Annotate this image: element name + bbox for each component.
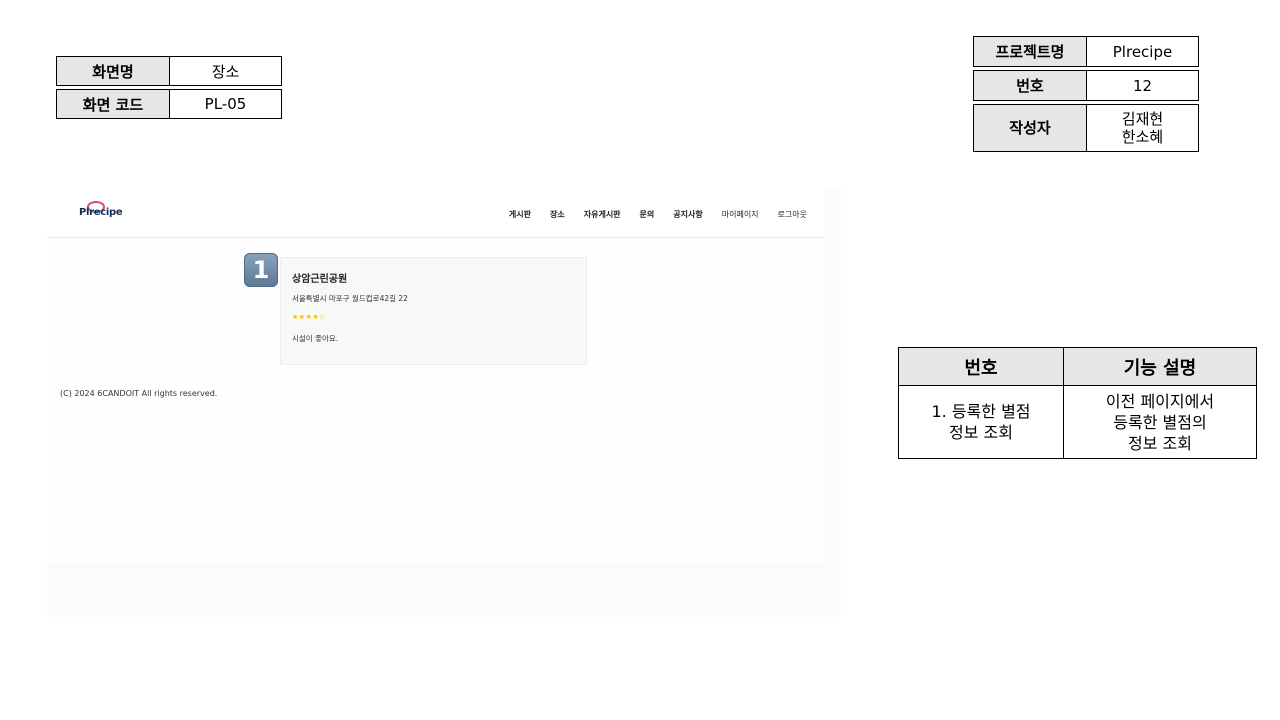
row-number-line1: 1. 등록한 별점 [931, 402, 1031, 421]
nav-item-inquiry[interactable]: 문의 [640, 209, 655, 220]
nav-menu: 게시판 장소 자유게시판 문의 공지사항 마이페이지 로그아웃 [509, 209, 807, 220]
screen-code-label: 화면 코드 [56, 89, 170, 119]
nav-item-board[interactable]: 게시판 [509, 209, 531, 220]
row-desc: 이전 페이지에서 등록한 별점의 정보 조회 [1063, 385, 1257, 459]
footer-copyright: (C) 2024 6CANDOIT All rights reserved. [60, 389, 218, 398]
author-1: 김재현 [1121, 110, 1164, 128]
function-description-table: 번호 기능 설명 1. 등록한 별점 정보 조회 이전 페이지에서 등록한 별점… [898, 347, 1257, 459]
nav-item-mypage[interactable]: 마이페이지 [722, 209, 759, 220]
logo[interactable]: Plrecipe [79, 207, 123, 218]
nav-item-place[interactable]: 장소 [550, 209, 565, 220]
row-desc-line1: 이전 페이지에서 [1105, 391, 1215, 411]
author-2: 한소혜 [1121, 128, 1164, 146]
row-number-line2: 정보 조회 [949, 423, 1013, 442]
scroll-gutter [824, 187, 841, 563]
row-number: 1. 등록한 별점 정보 조회 [898, 385, 1064, 459]
annotation-badge-1: 1 [244, 253, 278, 287]
nav-item-logout[interactable]: 로그아웃 [778, 209, 807, 220]
row-desc-line2: 등록한 별점의 [1113, 412, 1207, 432]
star-rating: ★★★★☆ [292, 313, 326, 321]
row-desc-line3: 정보 조회 [1128, 433, 1192, 453]
nav-item-notice[interactable]: 공지사항 [673, 209, 702, 220]
number-value: 12 [1086, 70, 1199, 101]
nav-item-free-board[interactable]: 자유게시판 [584, 209, 621, 220]
project-name-label: 프로젝트명 [973, 36, 1087, 67]
screen-name-value: 장소 [169, 56, 282, 86]
author-value: 김재현 한소혜 [1086, 104, 1199, 152]
place-name: 상암근린공원 [292, 274, 348, 285]
project-name-value: Plrecipe [1086, 36, 1199, 67]
screen-info-table: 화면명 장소 화면 코드 PL-05 [56, 56, 282, 119]
review-text: 시설이 좋아요. [292, 334, 339, 343]
screen-code-value: PL-05 [169, 89, 282, 119]
col-number-header: 번호 [898, 347, 1064, 386]
place-review-card[interactable]: 상암근린공원 서울특별시 마포구 월드컵로42길 22 ★★★★☆ 시설이 좋아… [280, 257, 587, 365]
number-label: 번호 [973, 70, 1087, 101]
bottom-band [47, 563, 841, 617]
col-desc-header: 기능 설명 [1063, 347, 1257, 386]
app-screenshot: Plrecipe 게시판 장소 자유게시판 문의 공지사항 마이페이지 로그아웃… [47, 187, 841, 617]
project-info-table: 프로젝트명 Plrecipe 번호 12 작성자 김재현 한소혜 [973, 36, 1199, 152]
screen-name-label: 화면명 [56, 56, 170, 86]
navbar: Plrecipe 게시판 장소 자유게시판 문의 공지사항 마이페이지 로그아웃 [47, 187, 824, 238]
place-address: 서울특별시 마포구 월드컵로42길 22 [292, 294, 408, 303]
author-label: 작성자 [973, 104, 1087, 152]
